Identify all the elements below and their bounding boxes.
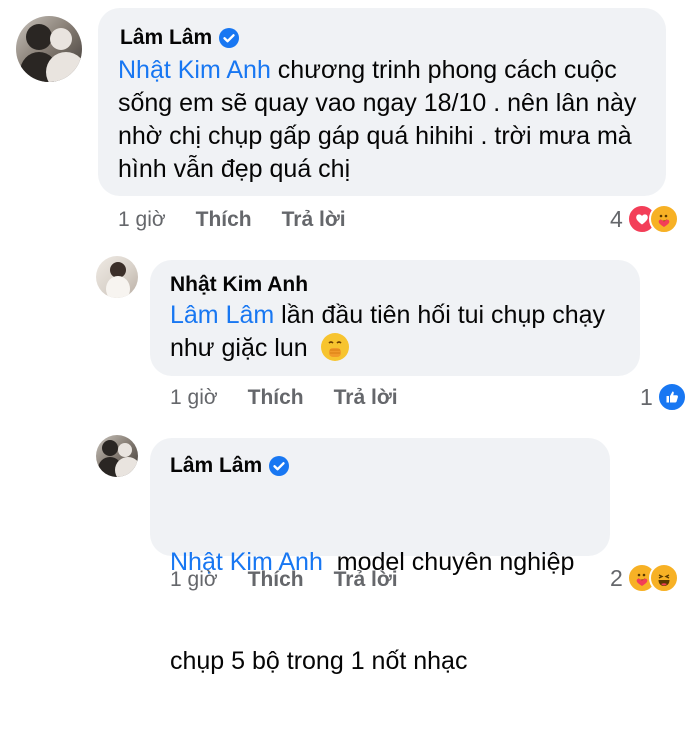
- author-name[interactable]: Lâm Lâm: [120, 26, 212, 50]
- like-button[interactable]: Thích: [248, 568, 304, 592]
- mention-link[interactable]: Lâm Lâm: [170, 301, 274, 329]
- reaction-count: 2: [610, 564, 623, 591]
- haha-icon: [648, 563, 679, 593]
- reaction-summary[interactable]: 2: [610, 563, 679, 593]
- reaction-summary[interactable]: 4: [610, 204, 679, 234]
- hand-over-mouth-emoji-icon: [320, 333, 349, 361]
- comment-author[interactable]: Lâm Lâm: [120, 26, 240, 50]
- reply-button[interactable]: Trả lời: [282, 208, 346, 232]
- author-name[interactable]: Lâm Lâm: [170, 454, 262, 478]
- like-button[interactable]: Thích: [248, 386, 304, 410]
- reply-author[interactable]: Lâm Lâm: [170, 454, 290, 478]
- avatar-lam-lam[interactable]: [16, 16, 82, 82]
- like-icon: [656, 382, 687, 412]
- reply-button[interactable]: Trả lời: [334, 568, 398, 592]
- comment-actions: 1 giờ Thích Trả lời: [118, 208, 346, 232]
- reaction-count: 1: [640, 383, 653, 410]
- verified-badge-icon: [269, 456, 290, 476]
- timestamp[interactable]: 1 giờ: [170, 386, 218, 410]
- timestamp[interactable]: 1 giờ: [170, 568, 218, 592]
- like-button[interactable]: Thích: [196, 208, 252, 232]
- reaction-count: 4: [610, 205, 623, 232]
- reply-actions: 1 giờ Thích Trả lời: [170, 386, 398, 410]
- reply-actions: 1 giờ Thích Trả lời: [170, 568, 398, 592]
- reaction-summary[interactable]: 1: [640, 382, 687, 412]
- avatar-nhat-kim-anh[interactable]: [96, 256, 138, 298]
- reply-text: Lâm Lâm lần đầu tiên hối tui chụp chạy n…: [170, 301, 606, 362]
- reply-author[interactable]: Nhật Kim Anh: [170, 273, 308, 297]
- avatar-lam-lam[interactable]: [96, 435, 138, 477]
- author-name[interactable]: Nhật Kim Anh: [170, 273, 308, 297]
- reply-button[interactable]: Trả lời: [334, 386, 398, 410]
- comment-text: Nhật Kim Anh chương trinh phong cách cuộ…: [118, 56, 637, 183]
- reply-text: Nhật Kim Anh model chuyên nghiệp chụp 5 …: [170, 548, 575, 675]
- care-icon: [648, 204, 679, 234]
- mention-link[interactable]: Nhật Kim Anh: [118, 56, 271, 84]
- timestamp[interactable]: 1 giờ: [118, 208, 166, 232]
- verified-badge-icon: [219, 28, 240, 48]
